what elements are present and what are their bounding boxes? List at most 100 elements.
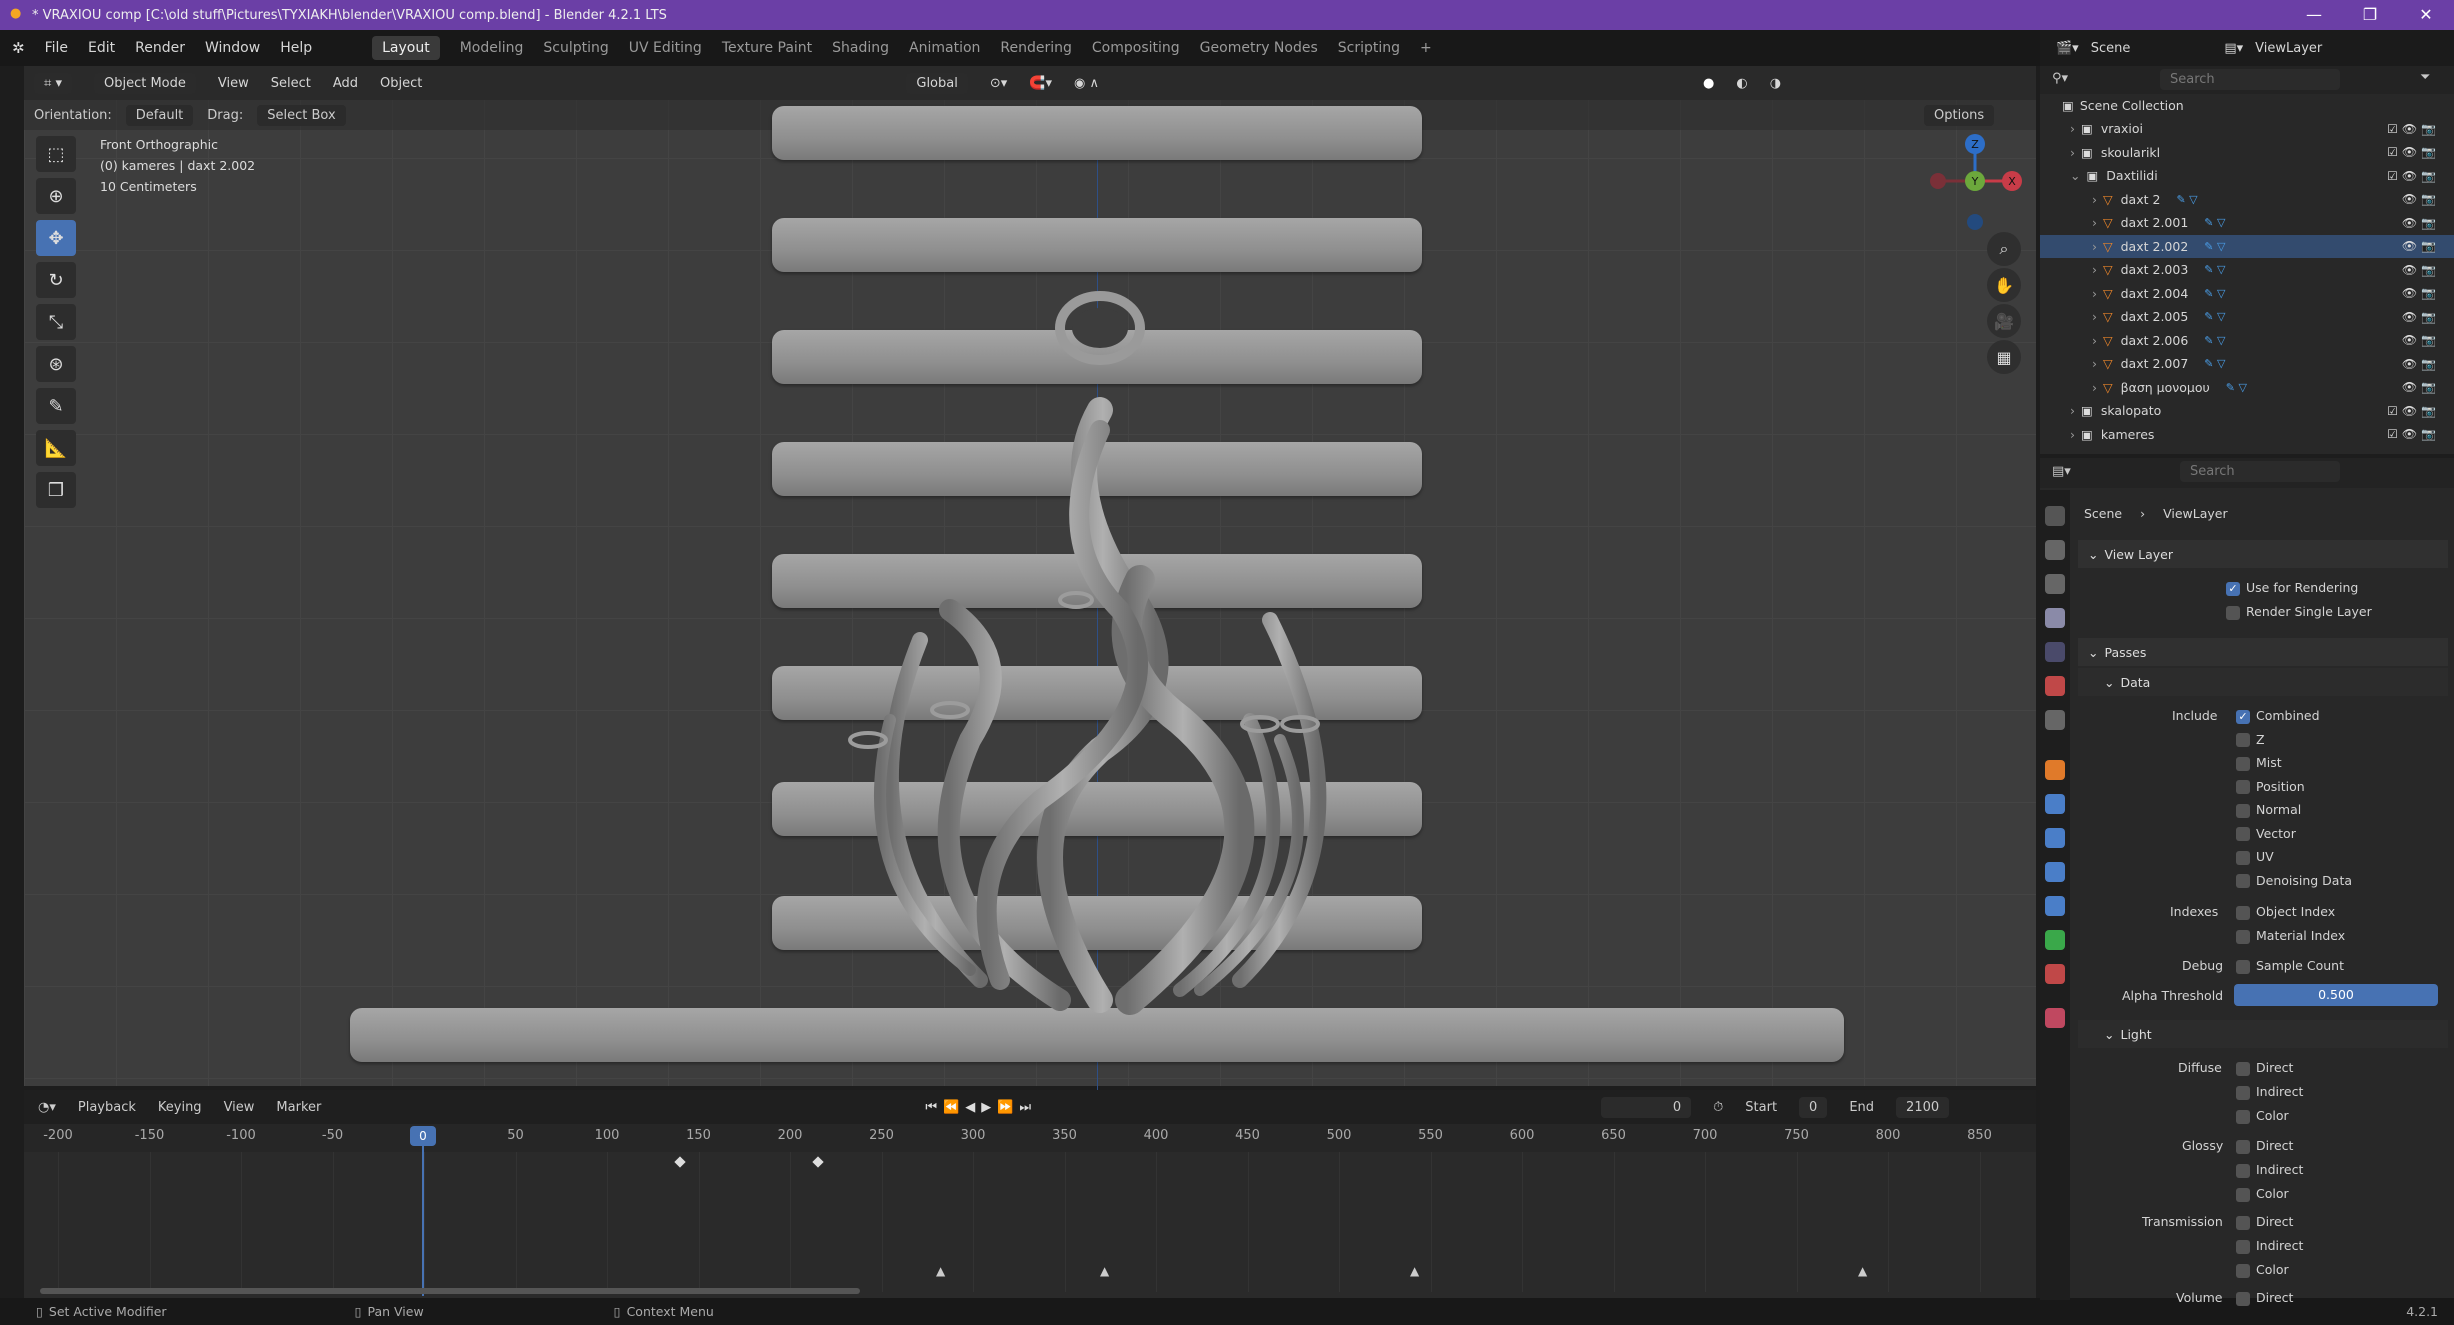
include-pass-checkbox[interactable]: Vector [2236, 826, 2296, 841]
menu-file[interactable]: File [45, 40, 68, 56]
tab-sculpting[interactable]: Sculpting [543, 40, 608, 56]
shading-rendered-icon[interactable]: ◑ [1770, 76, 1781, 91]
plank-2[interactable] [772, 218, 1422, 272]
tab-scripting[interactable]: Scripting [1338, 40, 1400, 56]
outliner-row[interactable]: › ▽ daxt 2.004 ✎ ▽ 👁📷 [2040, 282, 2454, 305]
orientation-dropdown[interactable]: Default [125, 104, 194, 126]
maximize-button[interactable]: ❐ [2342, 0, 2398, 30]
include-pass-checkbox[interactable]: Mist [2236, 755, 2282, 771]
outliner-row[interactable]: › ▽ daxt 2.001 ✎ ▽ 👁📷 [2040, 211, 2454, 234]
output-tab-icon[interactable] [2045, 574, 2065, 594]
expand-chevron-icon[interactable]: › [2070, 145, 2075, 160]
playback-controls[interactable]: ⏮⏪◀▶⏩⏭ [925, 1100, 1037, 1115]
scene-collection-row[interactable]: ▣ Scene Collection [2040, 94, 2454, 117]
render-tab-icon[interactable] [2045, 540, 2065, 560]
expand-chevron-icon[interactable]: › [2092, 192, 2097, 207]
visibility-toggles[interactable]: 👁📷 [2402, 380, 2440, 394]
light-subsection-header[interactable]: ⌄ Light [2078, 1020, 2448, 1048]
tab-compositing[interactable]: Compositing [1092, 40, 1180, 56]
timeline-editor-type-icon[interactable]: ◔▾ [38, 1100, 56, 1115]
zoom-icon[interactable]: ⌕ [1987, 232, 2021, 266]
light-pass-checkbox[interactable]: Color [2236, 1186, 2289, 1202]
use-for-rendering-checkbox[interactable]: ✓ Use for Rendering [2226, 580, 2358, 596]
shading-solid-icon[interactable]: ● [1703, 76, 1714, 91]
outliner-row[interactable]: › ▣ skoularikl ☑👁📷 [2040, 141, 2454, 164]
outliner-row[interactable]: › ▣ skalopato ☑👁📷 [2040, 399, 2454, 422]
light-pass-checkbox[interactable]: Color [2236, 1108, 2289, 1124]
outliner-row[interactable]: › ▽ daxt 2.005 ✎ ▽ 👁📷 [2040, 305, 2454, 328]
tool-tab-icon[interactable] [2045, 506, 2065, 526]
expand-chevron-icon[interactable]: › [2092, 239, 2097, 254]
add-cube-tool-icon[interactable]: ❒ [36, 472, 76, 508]
include-pass-checkbox[interactable]: Z [2236, 732, 2265, 747]
light-pass-checkbox[interactable]: Direct [2236, 1138, 2293, 1154]
viewlayer-selector[interactable]: ViewLayer [2255, 41, 2322, 56]
expand-chevron-icon[interactable]: › [2070, 121, 2075, 136]
move-tool-icon[interactable]: ✥ [36, 220, 76, 256]
stopwatch-icon[interactable]: ⏱ [1713, 1100, 1723, 1115]
timeline-menu-playback[interactable]: Playback [78, 1100, 136, 1115]
outliner-funnel-icon[interactable]: ⏷ [2420, 70, 2430, 85]
visibility-toggles[interactable]: 👁📷 [2402, 239, 2440, 253]
light-pass-checkbox[interactable]: Indirect [2236, 1084, 2303, 1100]
outliner-row[interactable]: › ▽ daxt 2 ✎ ▽ 👁📷 [2040, 188, 2454, 211]
plank-1[interactable] [772, 106, 1422, 160]
texture-tab-icon[interactable] [2045, 1008, 2065, 1028]
outliner-row[interactable]: › ▽ βαση μονομου ✎ ▽ 👁📷 [2040, 376, 2454, 399]
include-pass-checkbox[interactable]: Position [2236, 779, 2305, 794]
transform-orientation-dropdown[interactable]: Global [906, 72, 968, 94]
tab-shading[interactable]: Shading [832, 40, 889, 56]
visibility-toggles[interactable]: 👁📷 [2402, 333, 2440, 347]
marker-1[interactable]: ▲ [936, 1264, 945, 1278]
menu-edit[interactable]: Edit [88, 40, 115, 56]
data-subsection-header[interactable]: ⌄ Data [2078, 668, 2448, 696]
end-frame-field[interactable]: 2100 [1896, 1096, 1950, 1118]
marker-4[interactable]: ▲ [1858, 1264, 1867, 1278]
timeline-menu-keying[interactable]: Keying [158, 1100, 202, 1115]
tab-geometry-nodes[interactable]: Geometry Nodes [1200, 40, 1318, 56]
viewport-menu-object[interactable]: Object [380, 76, 422, 91]
outliner-row[interactable]: › ▣ kameres ☑👁📷 [2040, 423, 2454, 446]
expand-chevron-icon[interactable]: › [2092, 333, 2097, 348]
menu-window[interactable]: Window [205, 40, 260, 56]
visibility-toggles[interactable]: ☑👁📷 [2387, 122, 2440, 136]
world-tab-icon[interactable] [2045, 676, 2065, 696]
playhead-marker[interactable]: 0 [410, 1126, 436, 1146]
tab-uv-editing[interactable]: UV Editing [629, 40, 702, 56]
visibility-toggles[interactable]: ☑👁📷 [2387, 404, 2440, 418]
timeline-menu-marker[interactable]: Marker [276, 1100, 321, 1115]
current-frame-field[interactable]: 0 [1601, 1096, 1692, 1118]
expand-chevron-icon[interactable]: › [2092, 286, 2097, 301]
rotate-tool-icon[interactable]: ↻ [36, 262, 76, 298]
scene-icon[interactable]: 🎬▾ [2056, 41, 2079, 56]
particles-tab-icon[interactable] [2045, 828, 2065, 848]
editor-type-dropdown[interactable]: ⌗ ▾ [34, 72, 72, 94]
object-index-checkbox[interactable]: Object Index [2236, 904, 2335, 920]
proportional-edit-icon[interactable]: ◉ ∧ [1074, 76, 1099, 91]
viewport-menu-select[interactable]: Select [271, 76, 311, 91]
view-layer-tab-icon[interactable] [2045, 608, 2065, 628]
include-pass-checkbox[interactable]: ✓ Combined [2236, 708, 2320, 724]
drag-dropdown[interactable]: Select Box [257, 104, 346, 126]
visibility-toggles[interactable]: 👁📷 [2402, 357, 2440, 371]
expand-chevron-icon[interactable]: › [2092, 262, 2097, 277]
scale-tool-icon[interactable]: ⤡ [36, 304, 76, 340]
properties-search-input[interactable]: Search [2180, 461, 2340, 482]
timeline-menu-view[interactable]: View [224, 1100, 255, 1115]
marker-3[interactable]: ▲ [1410, 1264, 1419, 1278]
navigation-gizmo[interactable]: Z Y X [1920, 126, 2030, 236]
expand-chevron-icon[interactable]: › [2070, 403, 2075, 418]
tab-texture-paint[interactable]: Texture Paint [722, 40, 812, 56]
expand-chevron-icon[interactable]: › [2092, 215, 2097, 230]
render-single-layer-checkbox[interactable]: Render Single Layer [2226, 604, 2372, 620]
measure-tool-icon[interactable]: 📐 [36, 430, 76, 466]
visibility-toggles[interactable]: 👁📷 [2402, 216, 2440, 230]
outliner-row[interactable]: › ▽ daxt 2.002 ✎ ▽ 👁📷 [2040, 234, 2454, 258]
pan-hand-icon[interactable]: ✋ [1987, 268, 2021, 302]
expand-chevron-icon[interactable]: ⌄ [2070, 168, 2080, 183]
viewport-menu-add[interactable]: Add [333, 76, 358, 91]
light-pass-checkbox[interactable]: Direct [2236, 1060, 2293, 1076]
visibility-toggles[interactable]: 👁📷 [2402, 286, 2440, 300]
expand-chevron-icon[interactable]: › [2092, 309, 2097, 324]
add-workspace-button[interactable]: + [1420, 40, 1432, 56]
